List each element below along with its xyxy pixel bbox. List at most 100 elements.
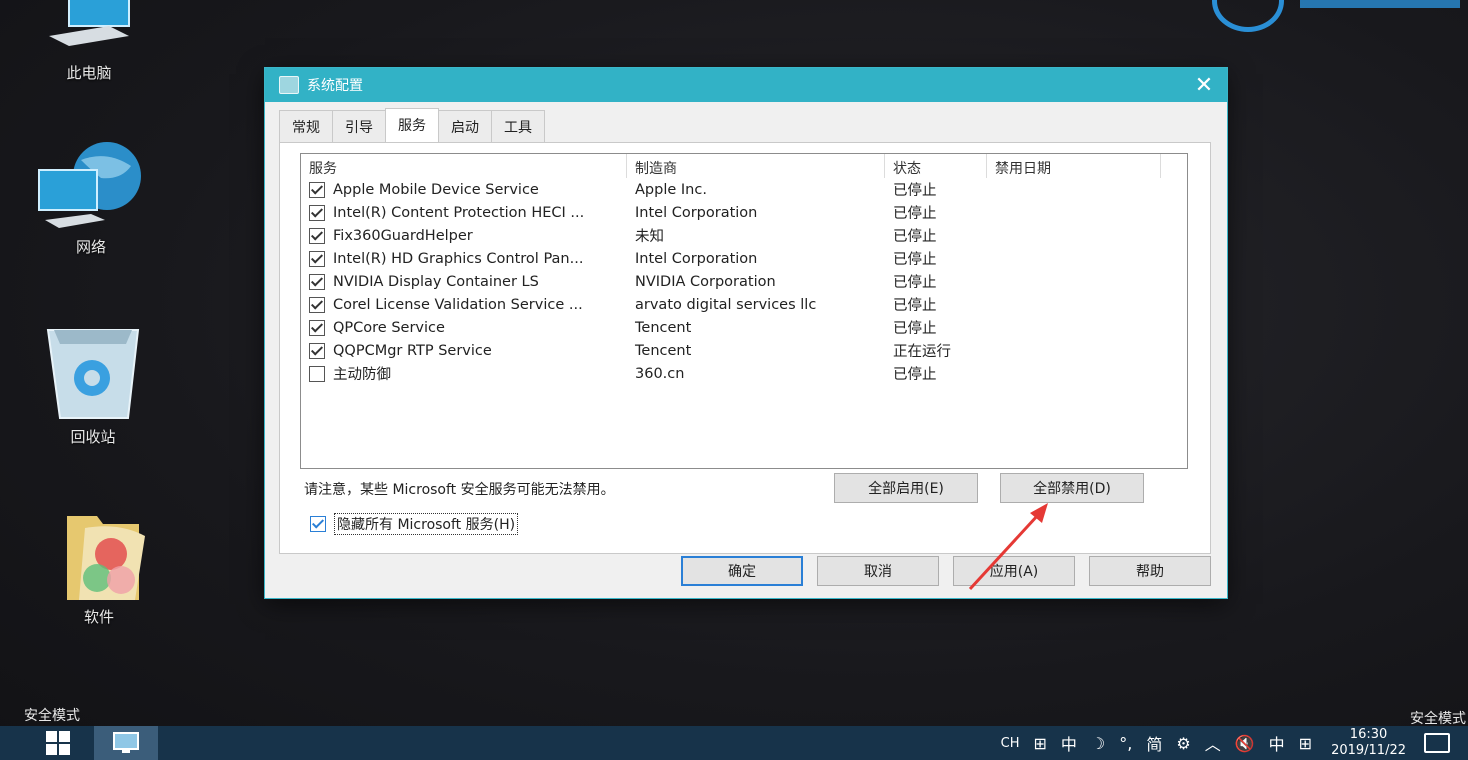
- service-checkbox[interactable]: [309, 204, 325, 221]
- service-checkbox[interactable]: [309, 181, 325, 198]
- tab-boot[interactable]: 引导: [332, 110, 386, 146]
- column-header-status[interactable]: 状态: [885, 154, 987, 178]
- service-row[interactable]: QQPCMgr RTP Service Tencent 正在运行: [301, 339, 1187, 362]
- computer-icon: [49, 0, 130, 46]
- service-name: 主动防御: [333, 367, 391, 383]
- desktop-icon-label: 此电脑: [66, 64, 112, 82]
- desktop-icon-label: 回收站: [70, 428, 116, 446]
- clock-date: 2019/11/22: [1331, 743, 1406, 758]
- hide-ms-services-checkbox[interactable]: [310, 516, 326, 532]
- input-locale-indicator[interactable]: CH: [1001, 736, 1020, 751]
- service-status: 已停止: [893, 298, 937, 314]
- volume-muted-icon[interactable]: 🔇: [1235, 734, 1255, 753]
- tab-strip: 常规 引导 服务 启动 工具: [279, 108, 545, 146]
- dialog-titlebar[interactable]: 系统配置 ✕: [265, 68, 1227, 102]
- service-name: Intel(R) HD Graphics Control Pan...: [333, 250, 584, 267]
- desktop-icon-network[interactable]: 网络: [26, 140, 156, 257]
- safe-mode-label-right: 安全模式: [1410, 711, 1466, 727]
- desktop-icon-software[interactable]: 软件: [34, 512, 164, 627]
- service-name: Intel(R) Content Protection HECI ...: [333, 204, 585, 221]
- recycle-bin-icon: [46, 329, 140, 419]
- chevron-up-icon[interactable]: ︿: [1205, 731, 1221, 755]
- service-row[interactable]: Intel(R) HD Graphics Control Pan... Inte…: [301, 247, 1187, 270]
- service-name: Apple Mobile Device Service: [333, 181, 539, 198]
- service-row[interactable]: Apple Mobile Device Service Apple Inc. 已…: [301, 178, 1187, 201]
- service-manufacturer: arvato digital services llc: [635, 296, 817, 313]
- taskbar: CH ⊞ 中 ☽ °, 简 ⚙ ︿ 🔇 中 ⊞ 16:30 2019/11/22: [0, 726, 1468, 760]
- service-manufacturer: Intel Corporation: [635, 250, 758, 267]
- ms-services-note: 请注意，某些 Microsoft 安全服务可能无法禁用。: [304, 482, 615, 498]
- clock-time: 16:30: [1349, 727, 1388, 742]
- service-row[interactable]: Intel(R) Content Protection HECI ... Int…: [301, 201, 1187, 224]
- services-list[interactable]: 服务 制造商 状态 禁用日期 Apple Mobile Device Servi…: [300, 153, 1188, 469]
- keyboard-grid-icon[interactable]: ⊞: [1033, 734, 1046, 753]
- service-status: 已停止: [893, 206, 937, 222]
- tab-general[interactable]: 常规: [279, 110, 333, 146]
- service-checkbox[interactable]: [309, 273, 325, 290]
- service-status: 已停止: [893, 275, 937, 291]
- service-checkbox[interactable]: [309, 227, 325, 244]
- column-header-disabled-date[interactable]: 禁用日期: [987, 154, 1161, 178]
- cancel-button[interactable]: 取消: [817, 556, 939, 586]
- keyboard-icon[interactable]: ⊞: [1299, 734, 1312, 753]
- service-manufacturer: NVIDIA Corporation: [635, 273, 776, 290]
- tab-tools[interactable]: 工具: [491, 110, 545, 146]
- gear-icon[interactable]: ⚙: [1176, 734, 1190, 753]
- service-manufacturer: Tencent: [635, 319, 692, 336]
- moon-icon[interactable]: ☽: [1091, 734, 1105, 753]
- service-row[interactable]: NVIDIA Display Container LS NVIDIA Corpo…: [301, 270, 1187, 293]
- close-icon[interactable]: ✕: [1181, 68, 1227, 102]
- service-row[interactable]: QPCore Service Tencent 已停止: [301, 316, 1187, 339]
- taskbar-msconfig-app[interactable]: [94, 726, 158, 760]
- desktop-icon-label: 网络: [75, 238, 106, 256]
- ime-language-indicator[interactable]: 中: [1269, 731, 1285, 755]
- service-name: NVIDIA Display Container LS: [333, 273, 539, 290]
- column-header-service[interactable]: 服务: [301, 154, 627, 178]
- service-checkbox[interactable]: [309, 296, 325, 313]
- service-checkbox[interactable]: [309, 365, 325, 382]
- service-status: 已停止: [893, 252, 937, 268]
- service-row[interactable]: 主动防御 360.cn 已停止: [301, 362, 1187, 385]
- service-status: 已停止: [893, 367, 937, 383]
- ime-chinese-mode[interactable]: 中: [1061, 731, 1077, 755]
- tab-services[interactable]: 服务: [385, 108, 439, 144]
- simplified-chinese-mode[interactable]: 简: [1146, 731, 1162, 755]
- start-windows-icon[interactable]: [46, 731, 70, 755]
- services-panel: 服务 制造商 状态 禁用日期 Apple Mobile Device Servi…: [279, 142, 1211, 554]
- column-header-manufacturer[interactable]: 制造商: [627, 154, 885, 178]
- red-arrow-annotation-icon: [968, 503, 1048, 591]
- desktop-icon-label: 软件: [83, 608, 114, 626]
- ok-button[interactable]: 确定: [681, 556, 803, 586]
- service-checkbox[interactable]: [309, 319, 325, 336]
- msconfig-monitor-icon: [113, 732, 139, 753]
- dialog-title: 系统配置: [307, 78, 363, 94]
- enable-all-button[interactable]: 全部启用(E): [834, 473, 978, 503]
- tab-startup[interactable]: 启动: [438, 110, 492, 146]
- watermark-logo-text: [1300, 0, 1460, 8]
- service-name: QPCore Service: [333, 319, 445, 336]
- notification-center-icon[interactable]: [1424, 733, 1450, 753]
- service-status: 已停止: [893, 321, 937, 337]
- punctuation-mode-icon[interactable]: °,: [1119, 734, 1132, 753]
- service-checkbox[interactable]: [309, 250, 325, 267]
- hide-ms-services-option[interactable]: 隐藏所有 Microsoft 服务(H): [310, 513, 519, 535]
- desktop-icon-recycle-bin[interactable]: 回收站: [28, 322, 158, 447]
- service-name: Corel License Validation Service ...: [333, 296, 583, 313]
- service-manufacturer: 360.cn: [635, 365, 685, 382]
- system-tray: CH ⊞ 中 ☽ °, 简 ⚙ ︿ 🔇 中 ⊞ 16:30 2019/11/22: [994, 726, 1468, 760]
- service-status: 正在运行: [893, 344, 951, 360]
- folder-icon: [67, 516, 145, 600]
- help-button[interactable]: 帮助: [1089, 556, 1211, 586]
- hide-ms-services-label[interactable]: 隐藏所有 Microsoft 服务(H): [334, 513, 519, 535]
- service-manufacturer: Intel Corporation: [635, 204, 758, 221]
- taskbar-clock[interactable]: 16:30 2019/11/22: [1331, 727, 1406, 759]
- msconfig-app-icon: [279, 76, 299, 94]
- network-globe-icon: [38, 142, 141, 228]
- service-row[interactable]: Corel License Validation Service ... arv…: [301, 293, 1187, 316]
- desktop-icon-this-pc[interactable]: 此电脑: [24, 0, 154, 83]
- watermark-logo-icon: [1212, 0, 1284, 32]
- service-row[interactable]: Fix360GuardHelper 未知 已停止: [301, 224, 1187, 247]
- service-checkbox[interactable]: [309, 342, 325, 359]
- service-status: 已停止: [893, 229, 937, 245]
- services-list-header: 服务 制造商 状态 禁用日期: [301, 154, 1187, 178]
